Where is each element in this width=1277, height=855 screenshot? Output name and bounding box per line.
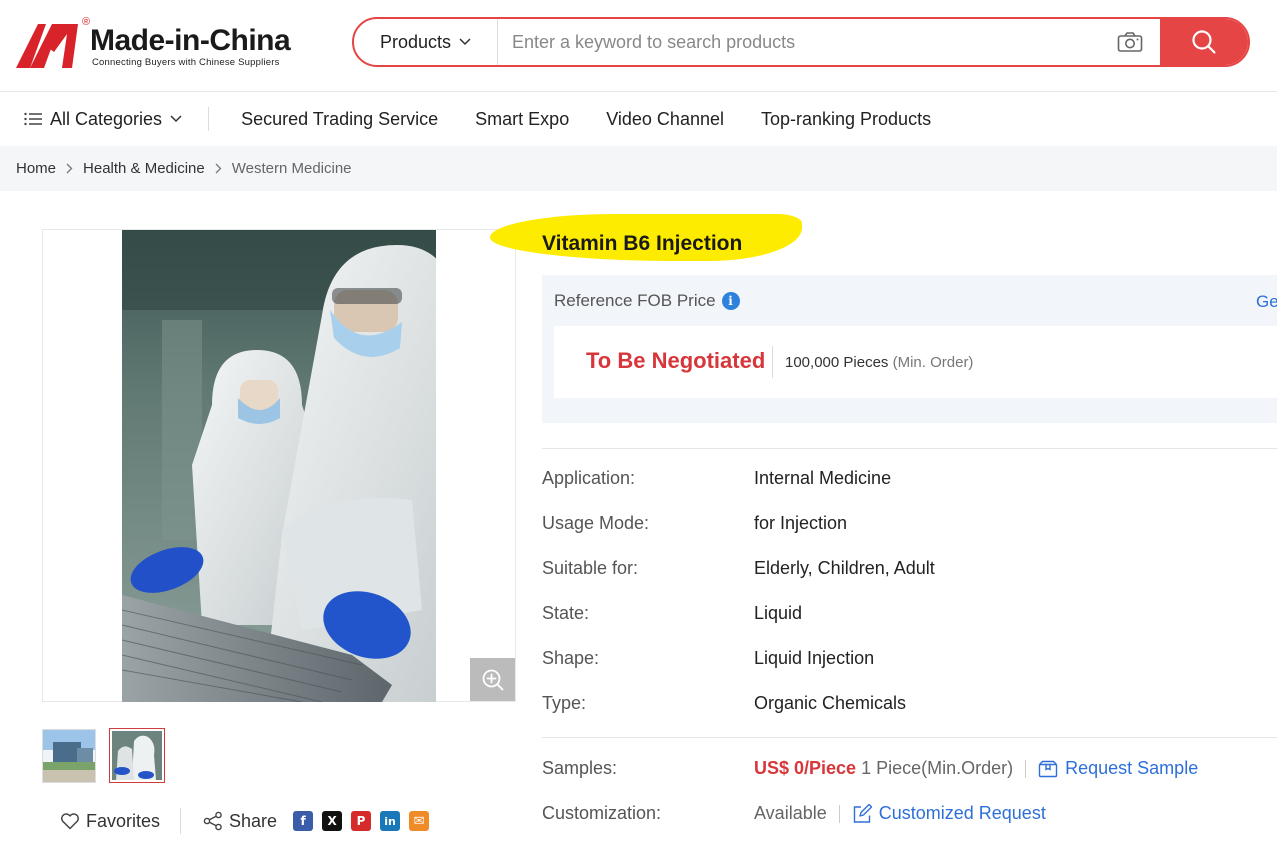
zoom-in-icon	[482, 669, 503, 690]
spec-value: Organic Chemicals	[754, 693, 907, 713]
all-categories-label: All Categories	[50, 108, 163, 129]
edit-icon	[853, 803, 872, 823]
product-thumbnail[interactable]	[42, 729, 96, 783]
linkedin-icon[interactable]: in	[380, 811, 401, 831]
nav-secured-trading[interactable]: Secured Trading Service	[241, 109, 438, 130]
breadcrumb-category[interactable]: Health & Medicine	[83, 160, 205, 177]
chevron-down-icon	[459, 38, 471, 46]
customized-request-link[interactable]: Customized Request	[852, 803, 1046, 824]
chevron-right-icon	[215, 163, 222, 174]
nav-smart-expo[interactable]: Smart Expo	[475, 109, 569, 130]
samples-row: Samples: US$ 0/Piece 1 Piece(Min.Order) …	[542, 758, 1277, 784]
registered-mark: ®	[82, 16, 91, 28]
spec-row: Application: Internal Medicine	[542, 468, 1277, 494]
spec-value: for Injection	[754, 513, 848, 533]
spec-value: Elderly, Children, Adult	[754, 558, 935, 578]
divider	[838, 804, 840, 823]
spec-row: Suitable for: Elderly, Children, Adult	[542, 558, 1277, 584]
sample-price: US$ 0/Piece	[754, 758, 857, 778]
customization-status: Available	[754, 803, 827, 823]
price-panel: Reference FOB Price i Ge To Be Negotiate…	[542, 275, 1277, 423]
breadcrumb-current: Western Medicine	[231, 160, 352, 177]
zoom-button[interactable]	[470, 658, 515, 701]
spec-value: Liquid Injection	[754, 648, 875, 668]
spec-row: Usage Mode: for Injection	[542, 513, 1277, 539]
image-search-button[interactable]	[1100, 19, 1160, 65]
spec-key: State:	[542, 603, 590, 623]
email-icon[interactable]: ✉	[409, 811, 430, 831]
customization-row: Customization: Available Customized Requ…	[542, 803, 1277, 829]
request-sample-link[interactable]: Request Sample	[1038, 758, 1198, 779]
product-title: Vitamin B6 Injection	[542, 232, 743, 255]
spec-row: Type: Organic Chemicals	[542, 693, 1277, 719]
spec-key: Application:	[542, 468, 636, 488]
info-icon[interactable]: i	[721, 292, 740, 310]
all-categories-menu[interactable]: All Categories	[0, 107, 210, 131]
breadcrumb-home[interactable]: Home	[16, 160, 56, 177]
main-nav: All Categories Secured Trading Service S…	[0, 93, 1277, 145]
product-image-viewer[interactable]	[42, 229, 516, 702]
search-category-select[interactable]: Products	[354, 19, 498, 65]
search-icon	[1192, 30, 1216, 54]
customization-key: Customization:	[542, 803, 662, 823]
spec-key: Shape:	[542, 648, 600, 668]
search-input[interactable]	[498, 19, 1100, 65]
divider	[1025, 759, 1027, 778]
search-bar: Products	[352, 17, 1250, 67]
brand-name: Made-in-China	[90, 24, 291, 57]
divider	[542, 448, 1277, 449]
site-header: ® Made-in-China Connecting Buyers with C…	[0, 0, 1277, 92]
pinterest-icon[interactable]: P	[351, 811, 372, 831]
heart-icon	[61, 813, 79, 830]
divider	[180, 808, 182, 834]
share-icon	[203, 811, 222, 831]
min-order: 100,000 Pieces (Min. Order)	[785, 354, 973, 371]
breadcrumb: Home Health & Medicine Western Medicine	[0, 146, 1277, 191]
get-price-link[interactable]: Ge	[1256, 292, 1277, 312]
chevron-right-icon	[66, 163, 73, 174]
product-photo	[122, 230, 436, 702]
share-label: Share	[229, 810, 278, 831]
spec-key: Type:	[542, 693, 587, 713]
favorites-button[interactable]: Favorites	[60, 811, 160, 832]
spec-value: Internal Medicine	[754, 468, 892, 488]
price-label: Reference FOB Price i	[554, 291, 740, 311]
logo-mark-icon	[16, 24, 78, 68]
camera-icon	[1117, 32, 1143, 52]
facebook-icon[interactable]: f	[293, 811, 314, 831]
x-twitter-icon[interactable]: X	[322, 811, 343, 831]
divider	[772, 346, 773, 378]
spec-key: Usage Mode:	[542, 513, 650, 533]
min-order-note: (Min. Order)	[892, 354, 974, 371]
site-logo[interactable]: ® Made-in-China Connecting Buyers with C…	[16, 16, 296, 70]
spec-value: Liquid	[754, 603, 803, 623]
request-sample-label: Request Sample	[1065, 758, 1199, 778]
price-value: To Be Negotiated	[586, 348, 766, 373]
price-details: To Be Negotiated 100,000 Pieces (Min. Or…	[554, 326, 1277, 398]
divider	[542, 737, 1277, 738]
product-thumbnail-active[interactable]	[109, 728, 165, 783]
sample-min-order: 1 Piece(Min.Order)	[861, 758, 1014, 778]
samples-key: Samples:	[542, 758, 618, 778]
min-order-qty: 100,000 Pieces	[785, 354, 889, 371]
samples-value: US$ 0/Piece 1 Piece(Min.Order) Request S…	[754, 758, 1198, 779]
customization-value: Available Customized Request	[754, 803, 1046, 824]
nav-top-ranking[interactable]: Top-ranking Products	[761, 109, 931, 130]
spec-row: Shape: Liquid Injection	[542, 648, 1277, 674]
search-category-label: Products	[379, 31, 452, 52]
favorites-label: Favorites	[86, 810, 161, 831]
spec-row: State: Liquid	[542, 603, 1277, 629]
spec-key: Suitable for:	[542, 558, 639, 578]
product-actions: Favorites Share f X P in ✉	[60, 806, 430, 836]
customized-request-label: Customized Request	[878, 803, 1046, 823]
price-label-text: Reference FOB Price	[554, 291, 716, 310]
share-button[interactable]: Share	[203, 811, 277, 832]
list-icon	[24, 112, 42, 126]
chevron-down-icon	[170, 115, 182, 123]
social-share-icons: f X P in ✉	[293, 811, 430, 831]
search-button[interactable]	[1160, 19, 1248, 65]
brand-tagline: Connecting Buyers with Chinese Suppliers	[92, 57, 280, 68]
nav-video-channel[interactable]: Video Channel	[606, 109, 724, 130]
package-icon	[1038, 760, 1058, 777]
